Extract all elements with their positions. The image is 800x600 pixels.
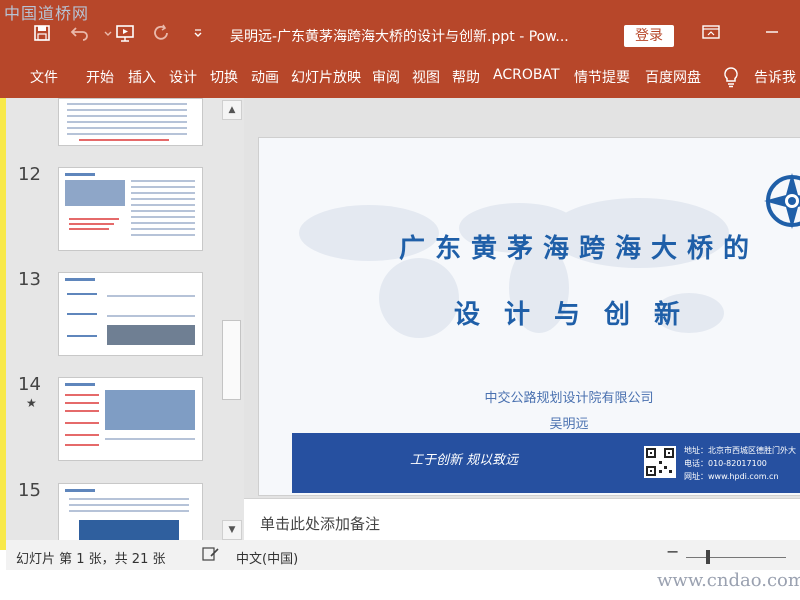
language-indicator[interactable]: 中文(中国) [236,548,298,567]
tab-insert[interactable]: 插入 [128,67,156,87]
thumbnail-scrollbar[interactable]: ▲ ▼ [220,98,242,540]
customize-quick-access-icon[interactable] [186,24,210,48]
tab-slideshow[interactable]: 幻灯片放映 [291,67,361,87]
slide-title-line1: 广东黄茅海跨海大桥的 [398,234,759,264]
watermark-bottom: www.cndao.com [657,570,800,591]
watermark-top: 中国道桥网 [4,4,90,23]
document-title: 吴明远-广东黄茅海跨海大桥的设计与创新.ppt - Pow... [230,29,569,45]
redo-icon[interactable] [150,24,174,48]
tab-help[interactable]: 帮助 [452,67,480,87]
lightbulb-icon[interactable] [722,66,740,88]
tab-view[interactable]: 视图 [412,67,440,87]
slide-number-13: 13 [18,269,41,290]
zoom-out-icon[interactable]: − [666,542,679,561]
slide-counter: 幻灯片 第 1 张，共 21 张 [16,552,166,567]
tab-transitions[interactable]: 切换 [210,67,238,87]
company-logo [764,173,800,229]
tell-me-search[interactable]: 告诉我 [754,67,796,87]
slide-title-line2: 设计与创新 [453,300,704,330]
login-button[interactable]: 登录 [624,25,674,47]
undo-icon[interactable] [68,24,92,48]
status-bar: 幻灯片 第 1 张，共 21 张 中文(中国) − [6,540,800,570]
save-icon[interactable] [30,24,54,48]
author-name: 吴明远 [549,417,589,432]
animation-star-icon: ★ [26,396,37,410]
slide-thumbnail-12[interactable] [58,167,203,251]
phone-line: 电话：010-82017100 [684,459,767,468]
slide-number-15: 15 [18,480,41,501]
ribbon-display-options-icon[interactable] [702,24,720,44]
slogan: 工于创新 规以致远 [410,453,519,468]
tab-storyboard[interactable]: 情节提要 [574,67,630,87]
tab-file[interactable]: 文件 [30,67,58,87]
scroll-up-icon[interactable]: ▲ [222,100,242,120]
slide-thumbnail-panel: 12 13 14 ★ 15 [6,98,244,542]
tab-review[interactable]: 审阅 [372,67,400,87]
website-line: 网址：www.hpdi.com.cn [684,472,779,481]
company-name: 中交公路规划设计院有限公司 [484,391,654,406]
slide-footer-band: 工于创新 规以致远 地址：北京市西城区德胜门外大 电话：010-82017100… [292,433,800,493]
tab-acrobat[interactable]: ACROBAT [493,67,560,83]
slide-number-14: 14 [18,374,41,395]
notes-pane[interactable]: 单击此处添加备注 [244,498,800,541]
address-line: 地址：北京市西城区德胜门外大 [684,446,796,455]
slide-number-12: 12 [18,164,41,185]
tab-home[interactable]: 开始 [86,67,114,87]
world-map-background [299,198,729,338]
slide-thumbnail-11[interactable] [58,98,203,146]
slide-thumbnail-15[interactable] [58,483,203,542]
present-icon[interactable] [114,24,138,48]
spell-check-icon[interactable] [202,546,220,566]
ribbon-tabs: 文件 开始 插入 设计 切换 动画 幻灯片放映 审阅 视图 帮助 ACROBAT… [0,58,800,98]
slide-thumbnail-14[interactable] [58,377,203,461]
tab-animations[interactable]: 动画 [251,67,279,87]
notes-placeholder[interactable]: 单击此处添加备注 [260,513,380,534]
scroll-down-icon[interactable]: ▼ [222,520,242,540]
tab-design[interactable]: 设计 [169,67,197,87]
title-bar: 中国道桥网 吴明远-广东黄茅海跨海大桥的设计与创新.ppt - Pow... 登… [0,0,800,58]
minimize-icon[interactable] [764,24,780,44]
scrollbar-thumb[interactable] [222,320,241,400]
tab-baidu-netdisk[interactable]: 百度网盘 [645,67,701,87]
current-slide[interactable]: 广东黄茅海跨海大桥的 设计与创新 中交公路规划设计院有限公司 吴明远 工于创新 … [258,137,800,496]
zoom-slider-knob[interactable] [706,550,710,564]
zoom-slider[interactable] [686,557,786,558]
slide-thumbnail-13[interactable] [58,272,203,356]
qr-code [644,446,676,478]
